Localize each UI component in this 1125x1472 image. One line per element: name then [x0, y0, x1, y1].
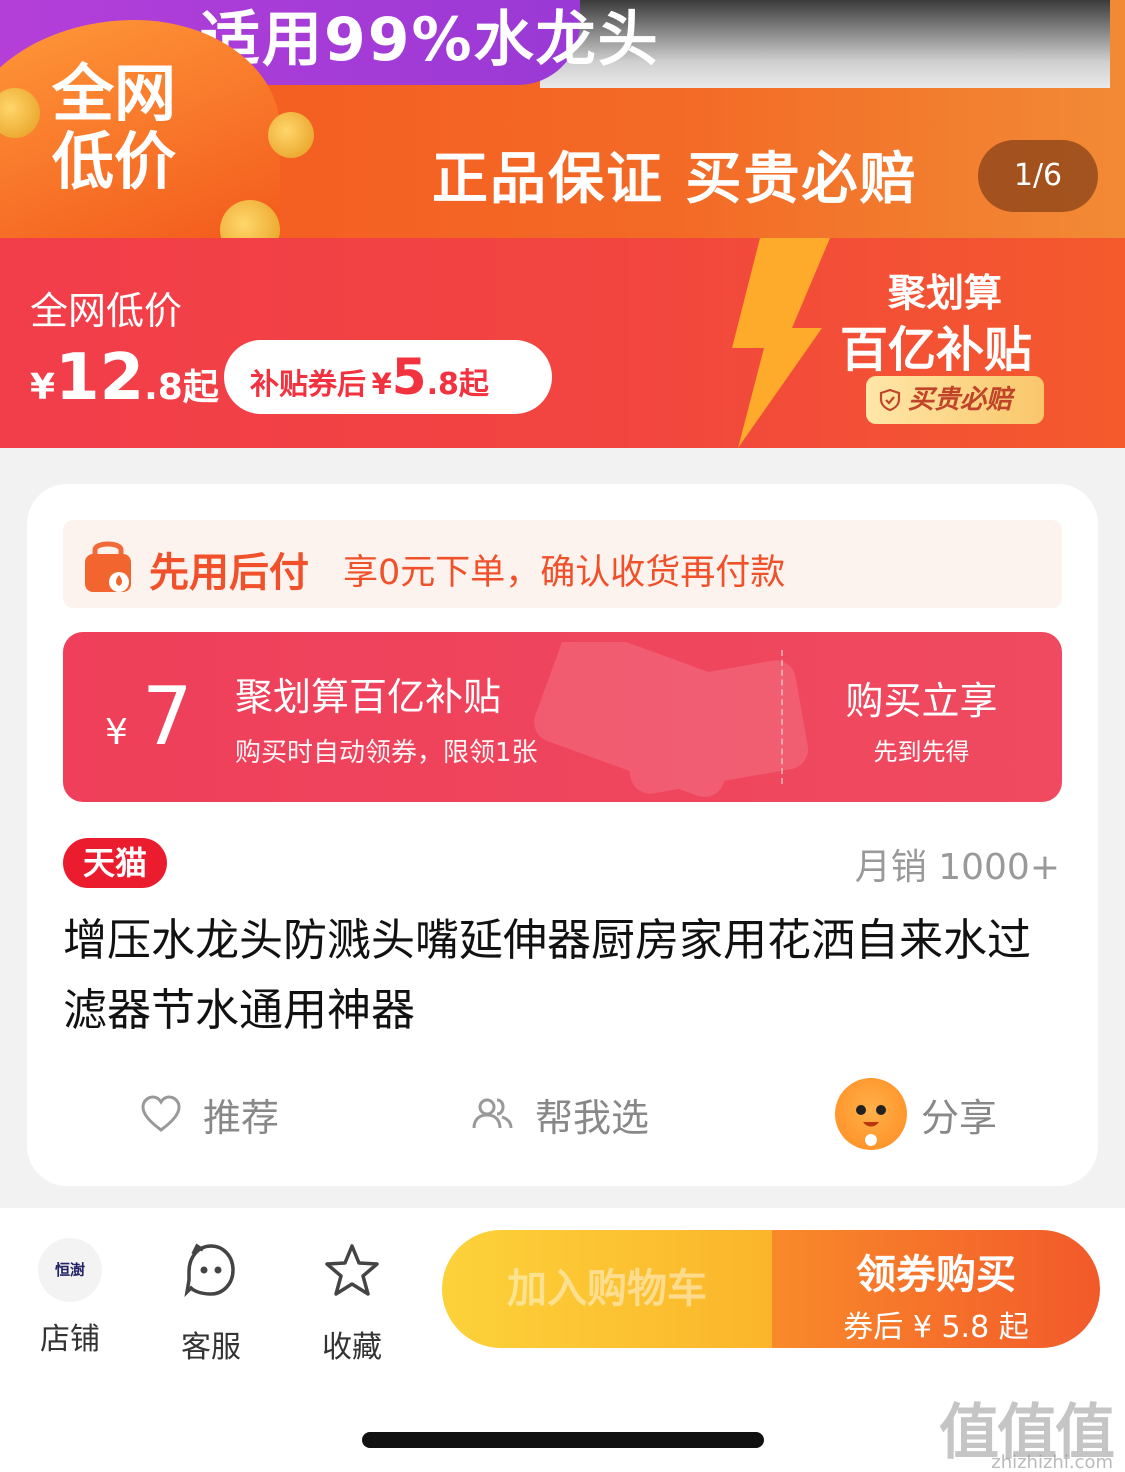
banner-top-text: 适用99%水龙头 [200, 5, 660, 75]
monthly-sales: 月销 1000+ [854, 847, 1060, 888]
price-band: 全网低价 ¥12.8起 补贴券后 ¥5.8起 聚划算 百亿补贴 买贵必赔 [0, 238, 1125, 448]
help-choose-label: 帮我选 [535, 1095, 650, 1140]
shield-check-icon [879, 388, 901, 412]
lightning-icon [732, 238, 830, 448]
price-guarantee-badge: 买贵必赔 [866, 376, 1044, 424]
buy-button-label: 领券购买 [856, 1252, 1016, 1298]
shop-label: 店铺 [40, 1322, 100, 1357]
price-label: 全网低价 [30, 289, 183, 333]
favorite-label: 收藏 [322, 1330, 382, 1365]
bnpl-title: 先用后付 [149, 550, 309, 596]
coupon-buy-button-title[interactable]: 购买立享 [781, 670, 1062, 725]
home-indicator[interactable] [362, 1432, 764, 1448]
carousel-counter: 1/6 [978, 140, 1098, 212]
price-integer: 12 [55, 341, 145, 415]
bnpl-description: 享0元下单，确认收货再付款 [343, 553, 786, 593]
coupon-description: 购买时自动领券，限领1张 [235, 738, 538, 768]
share-button[interactable]: 分享 [835, 1074, 997, 1154]
coin-icon [268, 112, 314, 158]
subsidy-integer: 5 [391, 348, 427, 406]
price-guarantee-text: 买贵必赔 [908, 385, 1013, 415]
shopping-bag-icon [85, 541, 131, 592]
buy-now-pay-later-banner[interactable]: 先用后付 享0元下单，确认收货再付款 [63, 520, 1062, 608]
ticket-watermark-icon [534, 642, 809, 797]
price: ¥12.8起 [30, 338, 219, 434]
price-decimal: .8起 [144, 367, 219, 408]
buy-with-coupon-button[interactable]: 领券购买 券后 ¥ 5.8 起 [772, 1230, 1100, 1348]
banner-slogan: 正品保证 买贵必赔 [432, 147, 918, 212]
subsidy-label: 补贴券后 [250, 367, 367, 401]
coupon-amount: ¥7 [105, 662, 193, 794]
watermark-url: zhizhizhi.com [991, 1452, 1113, 1472]
recommend-label: 推荐 [203, 1095, 280, 1140]
tmall-tag: 天猫 [63, 838, 167, 888]
shop-tab[interactable]: 恒澍 店铺 [20, 1238, 120, 1358]
subsidy-price-pill: 补贴券后 ¥5.8起 [224, 340, 552, 414]
customer-service-label: 客服 [181, 1330, 241, 1365]
customer-service-tab[interactable]: 客服 [161, 1238, 261, 1366]
banner-low-price-badge: 全网低价 [52, 57, 177, 198]
mascot-avatar-icon [835, 1078, 907, 1150]
subsidy-decimal: .8起 [426, 367, 489, 402]
product-info-card: 先用后付 享0元下单，确认收货再付款 ¥7 聚划算百亿补贴 购买时自动领券，限领… [27, 484, 1098, 1186]
coupon-value: 7 [141, 670, 193, 763]
price-currency: ¥ [30, 367, 56, 408]
mascot-face-icon [856, 1105, 886, 1146]
recommend-button[interactable]: 推荐 [139, 1074, 279, 1154]
chat-face-icon [184, 1243, 235, 1298]
help-choose-button[interactable]: 帮我选 [471, 1074, 649, 1154]
heart-icon [141, 1095, 181, 1132]
people-icon [472, 1098, 513, 1129]
star-icon [325, 1244, 379, 1296]
add-to-cart-button[interactable]: 加入购物车 [442, 1230, 772, 1348]
coupon-title: 聚划算百亿补贴 [235, 675, 502, 719]
favorite-tab[interactable]: 收藏 [302, 1238, 402, 1366]
subsidy-currency: ¥ [371, 367, 392, 401]
coupon-buy-button-subtitle: 先到先得 [873, 738, 970, 766]
action-row: 推荐 帮我选 分享 [27, 1074, 1098, 1154]
product-image-carousel[interactable]: 适用99%水龙头 全网低价 正品保证 买贵必赔 1/6 [0, 0, 1125, 238]
share-label: 分享 [921, 1095, 998, 1140]
shop-logo: 恒澍 [38, 1238, 102, 1302]
juhuasuan-logo-line2: 百亿补贴 [840, 322, 1033, 378]
coupon-currency: ¥ [105, 712, 128, 753]
juhuasuan-logo-line1: 聚划算 [888, 271, 1003, 315]
buy-button-price: 券后 ¥ 5.8 起 [843, 1310, 1029, 1345]
subsidy-coupon[interactable]: ¥7 聚划算百亿补贴 购买时自动领券，限领1张 购买立享 先到先得 [63, 632, 1062, 802]
bottom-action-bar: 恒澍 店铺 客服 收藏 加入购物车 领券购买 券后 ¥ 5.8 起 值值值 zh… [0, 1208, 1125, 1472]
product-title: 增压水龙头防溅头嘴延伸器厨房家用花洒自来水过滤器节水通用神器 [63, 915, 1031, 1036]
